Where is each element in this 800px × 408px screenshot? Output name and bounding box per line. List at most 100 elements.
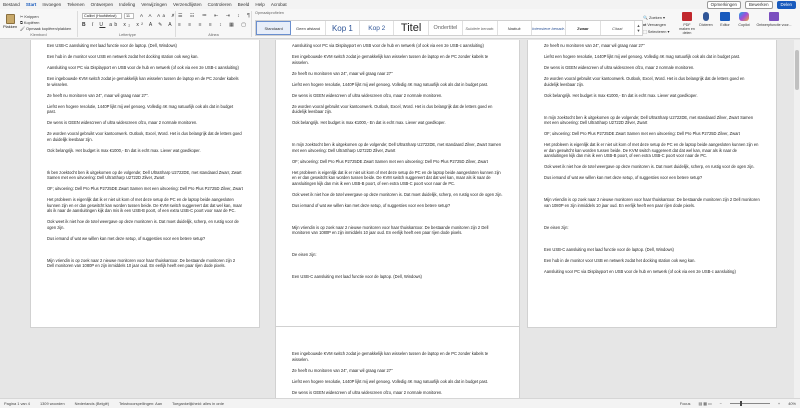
document-paragraph[interactable]: De eisen zijn: — [292, 252, 503, 258]
document-paragraph[interactable]: Ook weet ik niet hoe de totel weergave o… — [47, 219, 243, 230]
zoom-slider-knob[interactable] — [739, 401, 742, 406]
zoom-out-icon[interactable]: − — [720, 401, 722, 406]
document-paragraph[interactable]: OF; uitvoering: Dell Pro Plus P2725DE Zw… — [47, 186, 243, 192]
style-item[interactable]: Subtiele benadr. — [463, 21, 498, 35]
document-paragraph[interactable]: Dus iemand of wat we willen kan met deze… — [544, 175, 760, 181]
document-paragraph[interactable]: Ze worden vooral gebruikt voor kantoorwe… — [292, 104, 503, 115]
document-paragraph[interactable]: OF; uitvoering: Dell Pro Plus P2725DE Zw… — [544, 131, 760, 137]
style-item[interactable]: Kop 2 — [360, 21, 395, 35]
edit-mode-button[interactable]: Bewerken — [744, 0, 773, 9]
zoom-level[interactable]: 40% — [788, 401, 796, 406]
find-button[interactable]: 🔍 Zoeken ▾ — [643, 14, 669, 21]
style-item[interactable]: Intensieve benadr. — [532, 21, 567, 35]
document-paragraph[interactable]: Ook weet ik niet hoe de totel weergave o… — [544, 164, 760, 170]
document-paragraph[interactable]: Mijn vriendin is op zoek naar 2 nieuwe m… — [544, 197, 760, 208]
editor-button[interactable]: Editor — [716, 12, 734, 27]
document-paragraph[interactable]: De wens is GEEN widescreen of ultra wide… — [544, 65, 760, 71]
document-paragraph[interactable]: Het probleem is eigenlijk dat ik er niet… — [292, 170, 503, 187]
document-paragraph[interactable]: Aansluiting voor PC via Displayport en U… — [292, 43, 503, 49]
document-paragraph[interactable]: Het probleem is eigenlijk dat ik er niet… — [47, 197, 243, 214]
document-paragraph[interactable] — [544, 186, 760, 192]
document-paragraph[interactable]: In mijn zoektocht ben ik uitgekomen op d… — [544, 115, 760, 126]
document-paragraph[interactable]: Ze worden vooral gebruikt voor kantoorwe… — [47, 131, 243, 142]
document-paragraph[interactable]: De wens is GEEN widescreen of ultra wide… — [292, 390, 503, 396]
comments-button[interactable]: Opmerkingen — [706, 0, 741, 9]
document-paragraph[interactable]: Een USB-C aansluiting met laad functie v… — [47, 43, 243, 49]
copy-button[interactable]: ⧉ Kopiëren — [20, 20, 39, 25]
document-paragraph[interactable]: Een ingebouwde KVM switch zodat je gemak… — [292, 54, 503, 65]
scrollbar-thumb[interactable] — [795, 50, 799, 90]
document-paragraph[interactable]: Dus iemand of wat we willen kan met deze… — [47, 236, 243, 242]
text-predictions[interactable]: Tekstvoorspellingen: Aan — [119, 401, 162, 406]
document-paragraph[interactable]: Een hub in de monitor voor USB en netwer… — [47, 54, 243, 60]
document-paragraph[interactable] — [292, 241, 503, 247]
document-paragraph[interactable]: Liefst een hogere resolutie, 1440P lijkt… — [544, 54, 760, 60]
cut-button[interactable]: ✂ Knippen — [20, 14, 39, 19]
document-paragraph[interactable]: Liefst een hogere resolutie, 1440P lijkt… — [47, 104, 243, 115]
document-page-4[interactable]: Een ingebouwde KVM switch zodat je gemak… — [275, 326, 520, 398]
style-item[interactable]: Ondertitel — [429, 21, 464, 35]
designer-button[interactable]: Ontwerpfunctie voor... — [756, 12, 792, 27]
styles-scroll[interactable]: ▲ ▼ — [635, 21, 642, 35]
document-paragraph[interactable]: Ze worden vooral gebruikt voor kantoorwe… — [544, 76, 760, 87]
document-paragraph[interactable] — [544, 104, 760, 110]
document-paragraph[interactable] — [292, 263, 503, 269]
share-button[interactable]: Delen — [776, 0, 796, 9]
style-item[interactable]: Kop 1 — [326, 21, 361, 35]
document-paragraph[interactable]: Ook belangrijk. Het budget is max €1000,… — [292, 120, 503, 126]
language-indicator[interactable]: Nederlands (België) — [75, 401, 109, 406]
document-paragraph[interactable]: De wens is GEEN widescreen of ultra wide… — [292, 93, 503, 99]
zoom-in-icon[interactable]: + — [778, 401, 780, 406]
style-item[interactable]: Geen afstand — [291, 21, 326, 35]
document-paragraph[interactable]: Ook weet ik niet hoe de totel weergave o… — [292, 192, 503, 198]
document-paragraph[interactable] — [544, 236, 760, 242]
document-paragraph[interactable]: Een USB-C aansluiting met laad functie v… — [292, 274, 503, 280]
font-grow-shrink-buttons[interactable]: A A Aa ✗ — [140, 13, 177, 19]
document-workspace[interactable]: Een USB-C aansluiting met laad functie v… — [0, 40, 800, 398]
style-item[interactable]: Zwaar — [566, 21, 601, 35]
vertical-scrollbar[interactable] — [794, 40, 800, 398]
document-page-1[interactable]: Een USB-C aansluiting met laad functie v… — [30, 40, 260, 328]
focus-button[interactable]: Focus — [680, 401, 691, 406]
document-paragraph[interactable]: In mijn zoektocht ben ik uitgekomen op d… — [292, 142, 503, 153]
document-paragraph[interactable]: Een hub in de monitor voor USB en netwer… — [544, 258, 760, 264]
font-size-dropdown[interactable]: 11 — [124, 13, 134, 19]
document-paragraph[interactable]: Aansluiting voor PC via Displayport en U… — [47, 65, 243, 71]
paste-button[interactable]: Plakken — [3, 14, 17, 30]
document-paragraph[interactable] — [47, 247, 243, 253]
document-paragraph[interactable]: De eisen zijn: — [544, 225, 760, 231]
document-paragraph[interactable]: Een USB-C aansluiting met laad functie v… — [544, 247, 760, 253]
document-paragraph[interactable]: Ook belangrijk. Het budget is max €1000,… — [47, 148, 243, 154]
accessibility-status[interactable]: Toegankelijkheid: alles in orde — [172, 401, 224, 406]
document-paragraph[interactable]: Het probleem is eigenlijk dat ik er niet… — [544, 142, 760, 159]
document-paragraph[interactable]: Ook belangrijk. Het budget is max €1000,… — [544, 93, 760, 99]
document-paragraph[interactable]: Dus iemand of wat we willen kan met deze… — [292, 203, 503, 209]
document-paragraph[interactable]: Ze heeft nu monitoren van 24", maar wil … — [292, 368, 503, 374]
dictate-button[interactable]: Dicteren — [697, 12, 715, 27]
document-paragraph[interactable]: Ik ben zoektocht ben ik uitgekomen op de… — [47, 170, 243, 181]
document-paragraph[interactable]: Aansluiting voor PC via Displayport en U… — [544, 269, 760, 275]
document-paragraph[interactable]: Liefst een hogere resolutie, 1440P lijkt… — [292, 379, 503, 385]
word-count[interactable]: 1309 woorden — [40, 401, 65, 406]
font-name-dropdown[interactable]: Calibri (Hoofdtekst) — [82, 13, 122, 19]
document-paragraph[interactable]: Mijn vriendin is op zoek naar 2 nieuwe m… — [292, 225, 503, 236]
document-paragraph[interactable]: OF; uitvoering: Dell Pro Plus P2725DE Zw… — [292, 159, 503, 165]
document-paragraph[interactable]: Een ingebouwde KVM switch zodat je gemak… — [47, 76, 243, 87]
list-buttons[interactable]: ☰ ☷ ≔ ⇤ ⇥ ↕ ¶ — [178, 13, 253, 19]
view-mode-icons[interactable]: ▤ ▦ ▭ — [698, 401, 711, 406]
document-paragraph[interactable]: Liefst een hogere resolutie, 1440P lijkt… — [292, 82, 503, 88]
document-page-2[interactable]: Aansluiting voor PC via Displayport en U… — [275, 40, 520, 328]
document-paragraph[interactable]: Ze heeft nu monitoren van 24", maar wil … — [544, 43, 760, 49]
document-paragraph[interactable]: Ze heeft nu monitoren van 24", maar wil … — [292, 71, 503, 77]
style-item[interactable]: Citaat — [601, 21, 635, 35]
document-page-3[interactable]: Ze heeft nu monitoren van 24", maar wil … — [527, 40, 777, 328]
document-paragraph[interactable] — [47, 159, 243, 165]
style-item[interactable]: Nadruk — [498, 21, 532, 35]
style-item[interactable]: Standaard — [256, 21, 292, 35]
copilot-button[interactable]: Copilot — [735, 12, 753, 27]
document-paragraph[interactable]: Een ingebouwde KVM switch zodat je gemak… — [292, 351, 503, 362]
create-pdf-button[interactable]: PDF maken en delen — [678, 12, 696, 35]
document-paragraph[interactable] — [292, 214, 503, 220]
document-paragraph[interactable]: Ze heeft nu monitoren van 24", maar wil … — [47, 93, 243, 99]
document-paragraph[interactable]: De wens is GEEN widescreen of ultra wide… — [47, 120, 243, 126]
